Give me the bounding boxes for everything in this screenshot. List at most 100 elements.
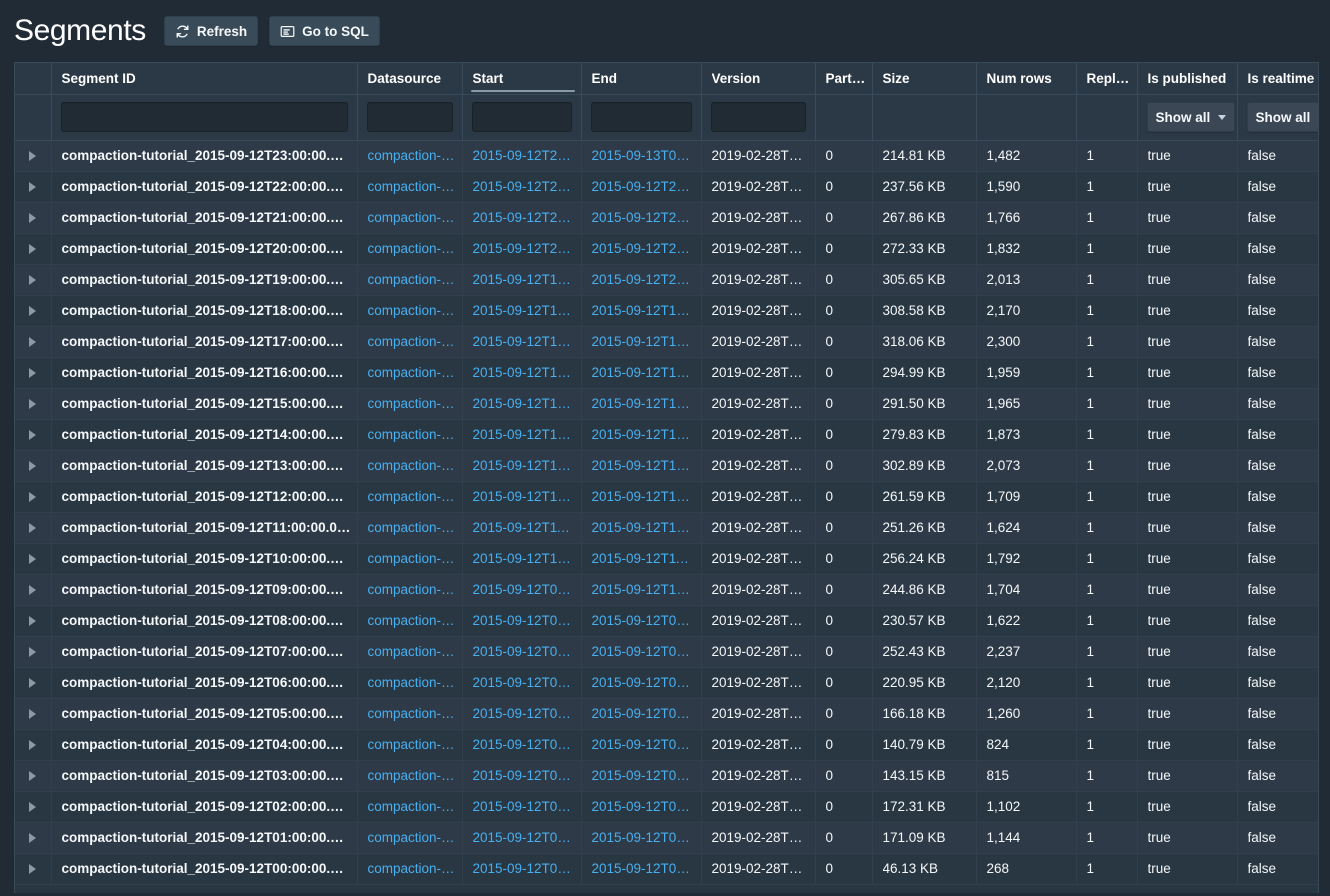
datasource-link[interactable]: compaction-…	[368, 861, 462, 876]
end-link[interactable]: 2015-09-12T05…	[592, 737, 701, 752]
cell-start[interactable]: 2015-09-12T01:…	[462, 822, 581, 853]
row-expand-toggle[interactable]	[15, 543, 51, 574]
cell-datasource[interactable]: compaction-…	[357, 636, 462, 667]
datasource-link[interactable]: compaction-…	[368, 644, 462, 659]
filter-input-datasource[interactable]	[367, 102, 453, 132]
cell-datasource[interactable]: compaction-…	[357, 140, 462, 171]
end-link[interactable]: 2015-09-12T06…	[592, 706, 701, 721]
start-link[interactable]: 2015-09-12T11:…	[473, 520, 581, 535]
cell-end[interactable]: 2015-09-12T01:…	[581, 853, 701, 884]
cell-datasource[interactable]: compaction-…	[357, 822, 462, 853]
column-header-start[interactable]: Start	[462, 63, 581, 94]
row-expand-toggle[interactable]	[15, 295, 51, 326]
cell-start[interactable]: 2015-09-12T09…	[462, 574, 581, 605]
column-header-is_realtime[interactable]: Is realtime	[1237, 63, 1319, 94]
cell-start[interactable]: 2015-09-12T12:…	[462, 481, 581, 512]
cell-datasource[interactable]: compaction-…	[357, 171, 462, 202]
start-link[interactable]: 2015-09-12T10:…	[473, 551, 581, 566]
row-expand-toggle[interactable]	[15, 140, 51, 171]
datasource-link[interactable]: compaction-…	[368, 396, 462, 411]
table-row[interactable]: compaction-tutorial_2015-09-12T04:00:00.…	[15, 729, 1319, 760]
row-expand-toggle[interactable]	[15, 636, 51, 667]
cell-end[interactable]: 2015-09-12T05…	[581, 729, 701, 760]
end-link[interactable]: 2015-09-12T19:…	[592, 303, 701, 318]
end-link[interactable]: 2015-09-12T12:…	[592, 520, 701, 535]
row-expand-toggle[interactable]	[15, 512, 51, 543]
datasource-link[interactable]: compaction-…	[368, 427, 462, 442]
end-link[interactable]: 2015-09-12T18:…	[592, 334, 701, 349]
row-expand-toggle[interactable]	[15, 729, 51, 760]
table-row[interactable]: compaction-tutorial_2015-09-12T14:00:00.…	[15, 419, 1319, 450]
cell-start[interactable]: 2015-09-12T08…	[462, 605, 581, 636]
cell-end[interactable]: 2015-09-12T12:…	[581, 512, 701, 543]
start-link[interactable]: 2015-09-12T23…	[473, 148, 581, 163]
column-header-partition[interactable]: Partiti...	[815, 63, 872, 94]
cell-start[interactable]: 2015-09-12T04…	[462, 729, 581, 760]
filter-select-is_published[interactable]: Show all	[1147, 102, 1236, 132]
end-link[interactable]: 2015-09-12T03…	[592, 799, 701, 814]
table-row[interactable]: compaction-tutorial_2015-09-12T05:00:00.…	[15, 698, 1319, 729]
table-row[interactable]: compaction-tutorial_2015-09-12T18:00:00.…	[15, 295, 1319, 326]
cell-datasource[interactable]: compaction-…	[357, 388, 462, 419]
cell-datasource[interactable]: compaction-…	[357, 791, 462, 822]
cell-start[interactable]: 2015-09-12T15:…	[462, 388, 581, 419]
start-link[interactable]: 2015-09-12T06…	[473, 675, 581, 690]
end-link[interactable]: 2015-09-12T10:…	[592, 582, 701, 597]
column-header-end[interactable]: End	[581, 63, 701, 94]
cell-end[interactable]: 2015-09-12T14:…	[581, 450, 701, 481]
cell-start[interactable]: 2015-09-12T03…	[462, 760, 581, 791]
table-row[interactable]: compaction-tutorial_2015-09-12T02:00:00.…	[15, 791, 1319, 822]
cell-end[interactable]: 2015-09-12T21:…	[581, 233, 701, 264]
cell-end[interactable]: 2015-09-12T22…	[581, 202, 701, 233]
start-link[interactable]: 2015-09-12T20…	[473, 241, 581, 256]
cell-end[interactable]: 2015-09-12T16:…	[581, 388, 701, 419]
start-link[interactable]: 2015-09-12T01:…	[473, 830, 581, 845]
end-link[interactable]: 2015-09-12T13:…	[592, 489, 701, 504]
end-link[interactable]: 2015-09-12T01:…	[592, 861, 701, 876]
datasource-link[interactable]: compaction-…	[368, 303, 462, 318]
column-header-segment_id[interactable]: Segment ID	[51, 63, 357, 94]
cell-end[interactable]: 2015-09-13T00…	[581, 140, 701, 171]
datasource-link[interactable]: compaction-…	[368, 179, 462, 194]
cell-start[interactable]: 2015-09-12T10:…	[462, 543, 581, 574]
row-expand-toggle[interactable]	[15, 698, 51, 729]
column-header-size[interactable]: Size	[872, 63, 976, 94]
table-row[interactable]: compaction-tutorial_2015-09-12T22:00:00.…	[15, 171, 1319, 202]
datasource-link[interactable]: compaction-…	[368, 706, 462, 721]
row-expand-toggle[interactable]	[15, 791, 51, 822]
row-expand-toggle[interactable]	[15, 605, 51, 636]
end-link[interactable]: 2015-09-12T23…	[592, 179, 701, 194]
row-expand-toggle[interactable]	[15, 233, 51, 264]
row-expand-toggle[interactable]	[15, 450, 51, 481]
filter-input-segment_id[interactable]	[61, 102, 348, 132]
start-link[interactable]: 2015-09-12T07…	[473, 644, 581, 659]
row-expand-toggle[interactable]	[15, 264, 51, 295]
segments-table-container[interactable]: Segment IDDatasourceStartEndVersionParti…	[14, 62, 1319, 893]
table-row[interactable]: compaction-tutorial_2015-09-12T21:00:00.…	[15, 202, 1319, 233]
start-link[interactable]: 2015-09-12T16:…	[473, 365, 581, 380]
cell-end[interactable]: 2015-09-12T20…	[581, 264, 701, 295]
datasource-link[interactable]: compaction-…	[368, 737, 462, 752]
cell-end[interactable]: 2015-09-12T10:…	[581, 574, 701, 605]
end-link[interactable]: 2015-09-12T07…	[592, 675, 701, 690]
cell-start[interactable]: 2015-09-12T14:…	[462, 419, 581, 450]
cell-start[interactable]: 2015-09-12T16:…	[462, 357, 581, 388]
datasource-link[interactable]: compaction-…	[368, 551, 462, 566]
end-link[interactable]: 2015-09-12T15:…	[592, 427, 701, 442]
cell-datasource[interactable]: compaction-…	[357, 326, 462, 357]
row-expand-toggle[interactable]	[15, 822, 51, 853]
datasource-link[interactable]: compaction-…	[368, 520, 462, 535]
end-link[interactable]: 2015-09-12T21:…	[592, 241, 701, 256]
go-to-sql-button[interactable]: Go to SQL	[269, 16, 380, 46]
column-header-version[interactable]: Version	[701, 63, 815, 94]
start-link[interactable]: 2015-09-12T13:…	[473, 458, 581, 473]
table-row[interactable]: compaction-tutorial_2015-09-12T16:00:00.…	[15, 357, 1319, 388]
table-row[interactable]: compaction-tutorial_2015-09-12T06:00:00.…	[15, 667, 1319, 698]
cell-end[interactable]: 2015-09-12T08…	[581, 636, 701, 667]
cell-start[interactable]: 2015-09-12T20…	[462, 233, 581, 264]
end-link[interactable]: 2015-09-12T17:…	[592, 365, 701, 380]
cell-datasource[interactable]: compaction-…	[357, 357, 462, 388]
start-link[interactable]: 2015-09-12T21:…	[473, 210, 581, 225]
table-row[interactable]: compaction-tutorial_2015-09-12T12:00:00.…	[15, 481, 1319, 512]
start-link[interactable]: 2015-09-12T17:…	[473, 334, 581, 349]
